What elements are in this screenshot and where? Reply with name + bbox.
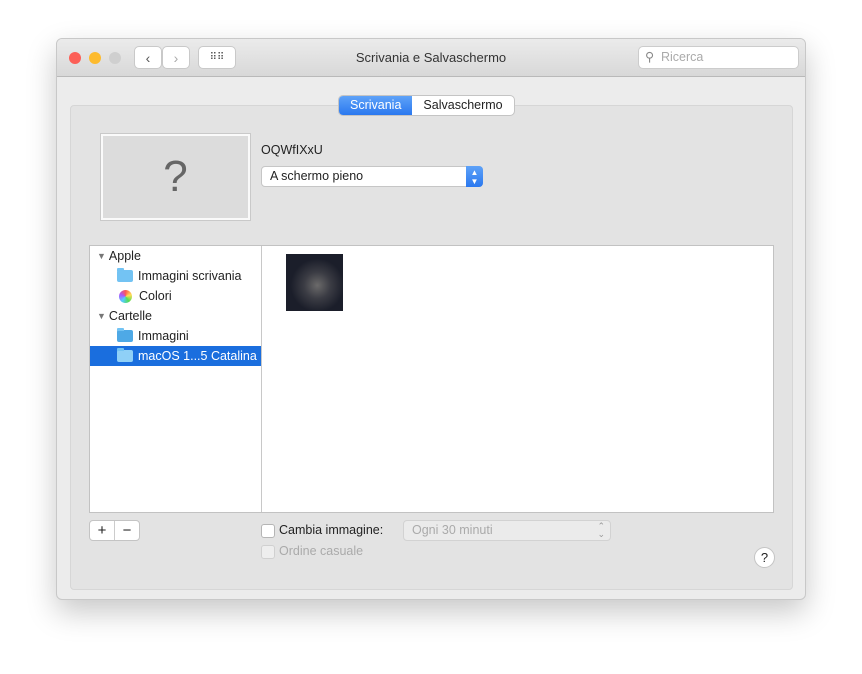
interval-select[interactable]: Ogni 30 minuti ⌃ ⌄ bbox=[403, 520, 611, 541]
disclosure-triangle-icon[interactable]: ▼ bbox=[97, 251, 106, 261]
tab-desktop[interactable]: Scrivania bbox=[339, 96, 413, 115]
preferences-window: ‹ › ⠿⠿ Scrivania e Salvaschermo ⚲ Ricerca… bbox=[56, 38, 806, 600]
remove-folder-button[interactable]: − bbox=[114, 521, 139, 540]
source-sidebar: ▼ Apple Immagini scrivania Colori ▼ Cartel… bbox=[90, 246, 262, 512]
add-remove-buttons: + − bbox=[89, 520, 140, 541]
group-apple[interactable]: ▼ Apple bbox=[90, 246, 261, 266]
color-wheel-icon bbox=[119, 289, 132, 303]
help-button[interactable]: ? bbox=[754, 547, 775, 568]
tab-screensaver[interactable]: Salvaschermo bbox=[412, 96, 513, 115]
content-panel: ? OQWfIXxU A schermo pieno ▲ ▼ ▼ Apple Imma… bbox=[70, 105, 793, 590]
sidebar-item-pictures[interactable]: Immagini bbox=[90, 326, 261, 346]
group-folders[interactable]: ▼ Cartelle bbox=[90, 306, 261, 326]
folder-icon bbox=[117, 348, 133, 362]
chevron-updown-icon: ⌃ ⌄ bbox=[597, 521, 605, 539]
random-order-checkbox[interactable]: Ordine casuale bbox=[261, 544, 363, 559]
pictures-folder-icon bbox=[117, 328, 133, 342]
wallpaper-thumbnail[interactable] bbox=[286, 254, 343, 311]
fit-dropdown[interactable]: A schermo pieno ▲ ▼ bbox=[261, 166, 483, 187]
add-folder-button[interactable]: + bbox=[90, 521, 114, 540]
disclosure-triangle-icon[interactable]: ▼ bbox=[97, 311, 106, 321]
wallpaper-preview: ? bbox=[101, 134, 250, 220]
sidebar-item-catalina[interactable]: macOS 1...5 Catalina bbox=[90, 346, 261, 366]
sidebar-item-desktop-pictures[interactable]: Immagini scrivania bbox=[90, 266, 261, 286]
search-input[interactable]: ⚲ Ricerca bbox=[638, 46, 799, 69]
change-picture-checkbox[interactable]: Cambia immagine: bbox=[261, 523, 383, 538]
tab-bar: Scrivania Salvaschermo bbox=[338, 95, 515, 116]
title-bar: ‹ › ⠿⠿ Scrivania e Salvaschermo ⚲ Ricerca bbox=[57, 39, 805, 77]
chevron-updown-icon: ▲ ▼ bbox=[466, 166, 483, 187]
sidebar-item-colors[interactable]: Colori bbox=[90, 286, 261, 306]
search-icon: ⚲ bbox=[645, 50, 655, 64]
image-name: OQWfIXxU bbox=[261, 143, 323, 157]
wallpaper-browser: ▼ Apple Immagini scrivania Colori ▼ Cartel… bbox=[89, 245, 774, 513]
folder-icon bbox=[117, 268, 133, 282]
